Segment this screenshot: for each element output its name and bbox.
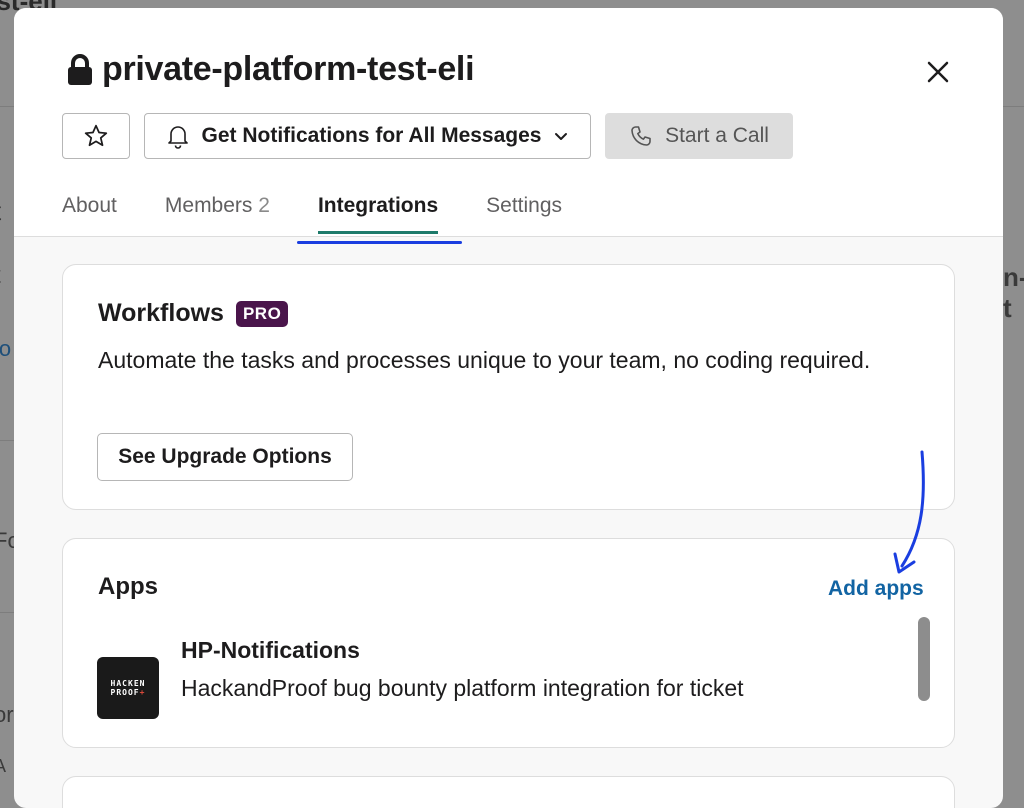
workflows-title: Workflows	[98, 299, 224, 327]
background-fragment: t	[0, 196, 1, 227]
tab-integrations[interactable]: Integrations	[317, 194, 439, 234]
lock-icon	[68, 53, 92, 85]
logo-text: PROOF+	[110, 688, 146, 697]
close-icon	[927, 61, 949, 83]
members-count: 2	[258, 194, 270, 217]
title-row: private-platform-test-eli	[66, 50, 475, 89]
background-fragment: lo	[0, 336, 12, 361]
workflows-description: Automate the tasks and processes unique …	[98, 347, 871, 373]
background-fragment: t	[0, 262, 1, 290]
next-card	[62, 776, 955, 808]
phone-icon	[631, 126, 651, 146]
tab-label: Members	[164, 194, 253, 217]
logo-text: HACKEN	[110, 679, 146, 688]
tab-label: Settings	[486, 194, 563, 217]
apps-title: Apps	[98, 573, 158, 600]
see-upgrade-options-button[interactable]: See Upgrade Options	[97, 433, 353, 481]
tab-bar: About Members 2 Integrations Settings	[62, 194, 610, 234]
channel-details-modal: private-platform-test-eli Get Notificati…	[14, 8, 1003, 808]
workflows-title-row: Workflows PRO	[98, 299, 289, 328]
background-divider	[0, 106, 14, 107]
background-divider	[0, 612, 14, 613]
tab-members[interactable]: Members 2	[165, 194, 270, 230]
star-icon	[84, 124, 108, 147]
modal-header: private-platform-test-eli Get Notificati…	[14, 8, 1003, 237]
tab-label: Integrations	[317, 194, 439, 217]
tab-label: About	[62, 194, 117, 217]
add-apps-link[interactable]: Add apps	[828, 577, 924, 601]
app-list-item[interactable]: HACKEN PROOF+ HP-Notifications HackandPr…	[97, 635, 917, 735]
close-button[interactable]	[922, 56, 954, 88]
app-name: HP-Notifications	[181, 637, 360, 663]
workflows-card: Workflows PRO Automate the tasks and pro…	[62, 264, 955, 510]
notifications-label: Get Notifications for All Messages	[201, 124, 542, 147]
channel-title: private-platform-test-eli	[102, 50, 475, 88]
pro-badge: PRO	[235, 300, 289, 327]
background-fragment: n-t	[1003, 262, 1024, 323]
background-fragment: or	[0, 702, 14, 727]
scrollbar-thumb[interactable]	[918, 617, 930, 701]
tab-about[interactable]: About	[62, 194, 117, 230]
background-divider	[0, 440, 14, 441]
background-divider	[1003, 106, 1024, 107]
apps-card: Apps Add apps HACKEN PROOF+ HP-Notificat…	[62, 538, 955, 748]
app-description: HackandProof bug bounty platform integra…	[181, 675, 744, 701]
start-call-button[interactable]: Start a Call	[605, 113, 793, 159]
start-call-label: Start a Call	[665, 124, 769, 147]
hackenproof-logo-icon: HACKEN PROOF+	[97, 657, 159, 719]
chevron-down-icon	[555, 133, 568, 140]
bell-icon	[167, 126, 188, 149]
background-fragment: A	[0, 756, 7, 776]
annotation-underline	[297, 241, 462, 244]
tab-settings[interactable]: Settings	[486, 194, 562, 230]
notifications-dropdown-button[interactable]: Get Notifications for All Messages	[144, 113, 591, 159]
star-channel-button[interactable]	[62, 113, 130, 159]
